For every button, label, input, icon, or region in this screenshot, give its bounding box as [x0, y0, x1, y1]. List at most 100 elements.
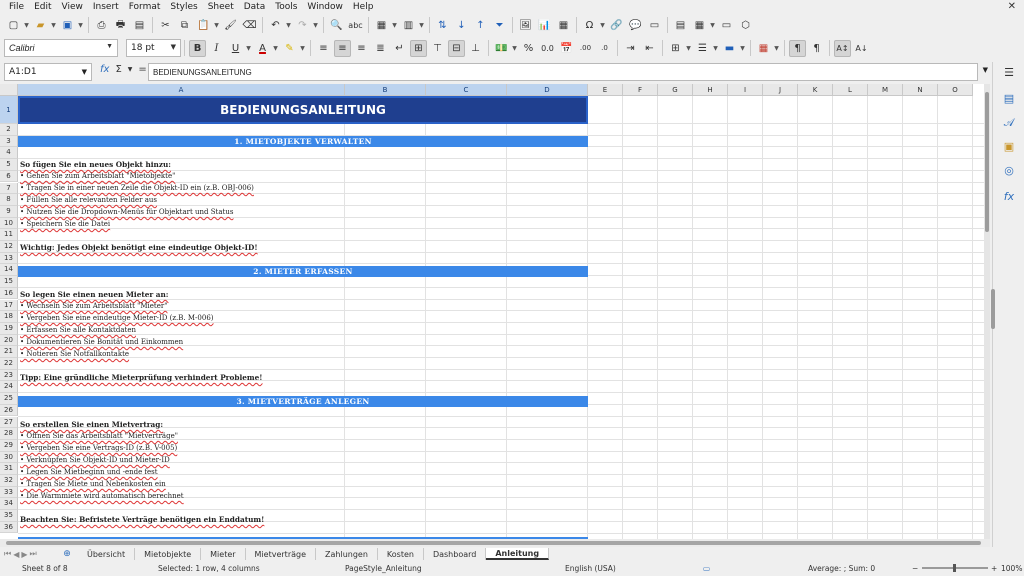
- row-header-6[interactable]: 6: [0, 170, 18, 183]
- row-header-24[interactable]: 24: [0, 381, 18, 394]
- delete-decimal-place-icon[interactable]: .0: [596, 40, 613, 57]
- column-header-a[interactable]: A: [18, 84, 345, 96]
- border-color-dropdown-icon[interactable]: ▼: [739, 40, 746, 57]
- font-color-icon[interactable]: A: [254, 40, 271, 57]
- page-style[interactable]: PageStyle_Anleitung: [345, 564, 422, 573]
- sidebar-resize-handle[interactable]: [991, 289, 995, 329]
- properties-icon[interactable]: ▤: [1001, 92, 1017, 108]
- row-header-17[interactable]: 17: [0, 299, 18, 312]
- section-note[interactable]: Beachten Sie: Befristete Verträge benöti…: [20, 515, 264, 524]
- step-item[interactable]: • Füllen Sie alle relevanten Felder aus: [20, 196, 157, 204]
- step-item[interactable]: • Die Warmmiete wird automatisch berechn…: [20, 492, 184, 500]
- row-header-28[interactable]: 28: [0, 428, 18, 440]
- section-note[interactable]: Tipp: Eine gründliche Mieterprüfung verh…: [20, 373, 262, 382]
- column-header-d[interactable]: D: [507, 84, 588, 96]
- headers-footers-icon[interactable]: ▭: [646, 17, 663, 34]
- column-icon[interactable]: ▥: [400, 17, 417, 34]
- row-header-9[interactable]: 9: [0, 205, 18, 218]
- horizontal-scroll-thumb[interactable]: [6, 541, 981, 545]
- justify-icon[interactable]: ≣: [372, 40, 389, 57]
- highlight-color-icon[interactable]: ✎: [281, 40, 298, 57]
- print-icon[interactable]: 🖶: [112, 17, 129, 34]
- split-window-icon[interactable]: ▭: [718, 17, 735, 34]
- next-sheet-icon[interactable]: ▶: [21, 550, 27, 559]
- add-sheet-icon[interactable]: ⊕: [60, 548, 74, 560]
- tab-mietvertraege[interactable]: Mietverträge: [246, 548, 317, 560]
- freeze-dropdown-icon[interactable]: ▼: [709, 17, 716, 34]
- conditional-dropdown-icon[interactable]: ▼: [773, 40, 780, 57]
- step-item[interactable]: • Speichern Sie die Datei: [20, 220, 110, 228]
- chevron-down-icon[interactable]: ▼: [106, 43, 113, 50]
- row-header-1[interactable]: 1: [0, 96, 18, 124]
- spreadsheet-grid[interactable]: ABCDEFGHIJKLMNO 1 2 3 4 5 6 7 8 9 10 11 12 13 14 15 16 1…: [0, 84, 990, 539]
- column-header-f[interactable]: F: [623, 84, 658, 96]
- undo-icon[interactable]: ↶: [267, 17, 284, 34]
- row-header-16[interactable]: 16: [0, 287, 18, 300]
- freeze-rows-columns-icon[interactable]: ▦: [691, 17, 708, 34]
- sheet-title-cell[interactable]: BEDIENUNGSANLEITUNG: [18, 96, 588, 124]
- column-header-e[interactable]: E: [588, 84, 623, 96]
- align-left-icon[interactable]: ≡: [315, 40, 332, 57]
- section-header[interactable]: 3. MIETVERTRÄGE ANLEGEN: [18, 396, 588, 407]
- row-header-30[interactable]: 30: [0, 451, 18, 464]
- section-header[interactable]: 1. MIETOBJEKTE VERWALTEN: [18, 136, 588, 147]
- border-style-dropdown-icon[interactable]: ▼: [712, 40, 719, 57]
- column-dropdown-icon[interactable]: ▼: [418, 17, 425, 34]
- right-to-left-icon[interactable]: ¶: [808, 40, 825, 57]
- step-item[interactable]: • Erfassen Sie alle Kontaktdaten: [20, 326, 136, 334]
- vertical-scroll-thumb[interactable]: [985, 92, 989, 232]
- formula-input[interactable]: BEDIENUNGSANLEITUNG: [148, 63, 978, 81]
- row-header-20[interactable]: 20: [0, 334, 18, 347]
- section-header[interactable]: 2. MIETER ERFASSEN: [18, 266, 588, 277]
- menu-window[interactable]: Window: [302, 2, 348, 12]
- zoom-slider[interactable]: [922, 564, 988, 572]
- styles-icon[interactable]: 𝒜: [1001, 116, 1017, 132]
- menu-tools[interactable]: Tools: [270, 2, 302, 12]
- row-header-22[interactable]: 22: [0, 358, 18, 370]
- row-header-36[interactable]: 36: [0, 521, 18, 534]
- row-header-26[interactable]: 26: [0, 404, 18, 417]
- zoom-out-icon[interactable]: −: [912, 564, 918, 573]
- chevron-down-icon[interactable]: ▼: [171, 43, 176, 51]
- vertical-text-icon[interactable]: A↓: [853, 40, 870, 57]
- font-color-dropdown-icon[interactable]: ▼: [272, 40, 279, 57]
- step-item[interactable]: • Gehen Sie zum Arbeitsblatt "Mietobjekt…: [20, 172, 175, 180]
- left-to-right-icon[interactable]: ¶: [789, 39, 806, 57]
- row-header-10[interactable]: 10: [0, 217, 18, 230]
- underline-icon[interactable]: U: [227, 40, 244, 57]
- column-header-n[interactable]: N: [903, 84, 938, 96]
- column-header-m[interactable]: M: [868, 84, 903, 96]
- row-header-15[interactable]: 15: [0, 276, 18, 288]
- row-header-33[interactable]: 33: [0, 486, 18, 499]
- borders-dropdown-icon[interactable]: ▼: [685, 40, 692, 57]
- row-header-21[interactable]: 21: [0, 346, 18, 358]
- format-as-date-icon[interactable]: 📅: [558, 40, 575, 57]
- sort-ascending-icon[interactable]: ↓: [453, 17, 470, 34]
- save-icon[interactable]: ▣: [59, 17, 76, 34]
- column-header-o[interactable]: O: [938, 84, 973, 96]
- step-item[interactable]: • Tragen Sie Miete und Nebenkosten ein: [20, 480, 166, 488]
- gallery-icon[interactable]: ▣: [1001, 140, 1017, 156]
- paste-icon[interactable]: 📋: [195, 17, 212, 34]
- first-sheet-icon[interactable]: ⏮: [4, 549, 11, 559]
- open-folder-icon[interactable]: ▰: [32, 17, 49, 34]
- clone-formatting-icon[interactable]: 🖌: [222, 17, 239, 34]
- borders-icon[interactable]: ⊞: [667, 40, 684, 57]
- menu-insert[interactable]: Insert: [88, 2, 124, 12]
- tab-mieter[interactable]: Mieter: [201, 548, 246, 560]
- step-item[interactable]: • Legen Sie Mietbeginn und -ende fest: [20, 468, 158, 476]
- menu-format[interactable]: Format: [124, 2, 166, 12]
- column-header-j[interactable]: J: [763, 84, 798, 96]
- decrease-indent-icon[interactable]: ⇤: [641, 40, 658, 57]
- tab-kosten[interactable]: Kosten: [378, 548, 424, 560]
- tab-anleitung[interactable]: Anleitung: [486, 548, 550, 560]
- row-header-14[interactable]: 14: [0, 264, 18, 277]
- tab-mietobjekte[interactable]: Mietobjekte: [135, 548, 202, 560]
- row-header-5[interactable]: 5: [0, 159, 18, 171]
- row-dropdown-icon[interactable]: ▼: [391, 17, 398, 34]
- print-preview-icon[interactable]: ▤: [131, 17, 148, 34]
- copy-icon[interactable]: ⧉: [176, 17, 193, 34]
- redo-dropdown-icon[interactable]: ▼: [312, 17, 319, 34]
- tab-zahlungen[interactable]: Zahlungen: [316, 548, 378, 560]
- row-header-31[interactable]: 31: [0, 463, 18, 475]
